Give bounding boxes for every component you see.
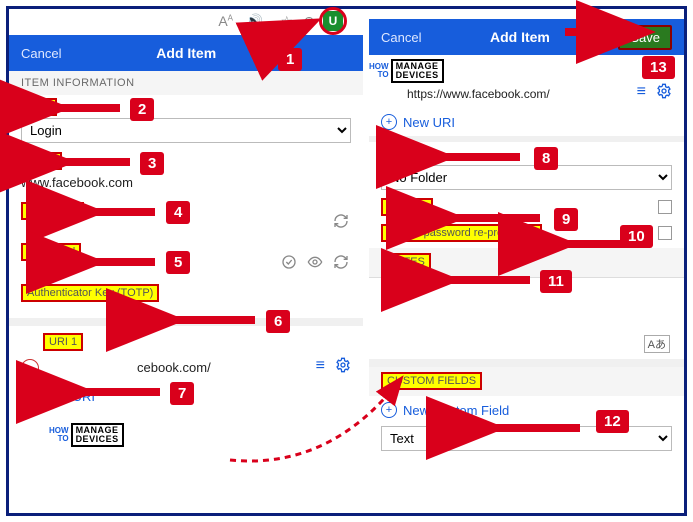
password-label: Password (21, 243, 81, 261)
notes-label: NOTES (381, 253, 431, 271)
remove-uri-icon[interactable]: — (21, 359, 39, 377)
generate-icon[interactable] (333, 254, 349, 275)
uri-settings-icon[interactable] (656, 83, 672, 104)
spellcheck-icon[interactable]: Aあ (644, 335, 670, 353)
username-label: Username (21, 202, 84, 220)
favorite-checkbox[interactable] (658, 200, 672, 214)
totp-label: Authenticator Key (TOTP) (21, 284, 159, 302)
plus-icon: + (381, 402, 397, 418)
uri1-value[interactable]: cebook.com/ (137, 360, 211, 375)
add-tab-icon: ⊕ (303, 13, 315, 30)
reprompt-checkbox[interactable] (658, 226, 672, 240)
name-value[interactable]: www.facebook.com (21, 172, 351, 193)
uri-settings-icon[interactable] (335, 357, 351, 378)
folder-select[interactable]: No Folder (381, 165, 672, 190)
reprompt-label: Master password re-prompt? (381, 224, 542, 242)
uri-value[interactable]: https://www.facebook.com/ (407, 87, 550, 101)
new-uri-link[interactable]: + New URI (369, 108, 684, 136)
read-aloud-icon: 🔊 (246, 13, 263, 30)
favorite-label: Favorite (381, 198, 433, 216)
custom-fields-label: CUSTOM FIELDS (381, 372, 482, 390)
cancel-button[interactable]: Cancel (381, 30, 421, 45)
folder-label: Folder (381, 145, 424, 163)
left-header: Cancel Add Item (9, 35, 363, 71)
save-button[interactable]: Save (618, 25, 672, 50)
custom-field-type-select[interactable]: Text (381, 426, 672, 451)
generate-icon[interactable] (333, 213, 349, 234)
new-custom-field-link[interactable]: + New Custom Field (369, 396, 684, 424)
page-title: Add Item (61, 45, 311, 61)
plus-icon: + (21, 388, 37, 404)
annotation-circle (319, 7, 347, 35)
notes-textarea[interactable] (381, 284, 672, 348)
name-label: Name (21, 152, 62, 170)
visibility-icon[interactable] (307, 254, 323, 275)
brand-logo: HOWTOMANAGEDEVICES (49, 423, 124, 447)
font-size-icon: AA (218, 13, 233, 29)
new-uri-link[interactable]: + New URI (9, 382, 363, 410)
uri1-label: URI 1 (43, 333, 83, 351)
section-item-info: ITEM INFORMATION (9, 71, 363, 95)
plus-icon: + (381, 114, 397, 130)
uri-menu-icon[interactable]: ≡ (637, 83, 646, 104)
help-icon[interactable]: ? (524, 227, 536, 239)
uri-menu-icon[interactable]: ≡ (316, 357, 325, 378)
type-label: Type (21, 98, 57, 116)
page-title: Add Item (421, 29, 618, 45)
cancel-button[interactable]: Cancel (21, 46, 61, 61)
favorite-star-icon: ☆ (280, 13, 293, 30)
check-icon[interactable] (281, 254, 297, 275)
brand-logo: HOWTOMANAGEDEVICES (369, 59, 444, 83)
type-select[interactable]: Login (21, 118, 351, 143)
right-header: Cancel Add Item Save (369, 19, 684, 55)
